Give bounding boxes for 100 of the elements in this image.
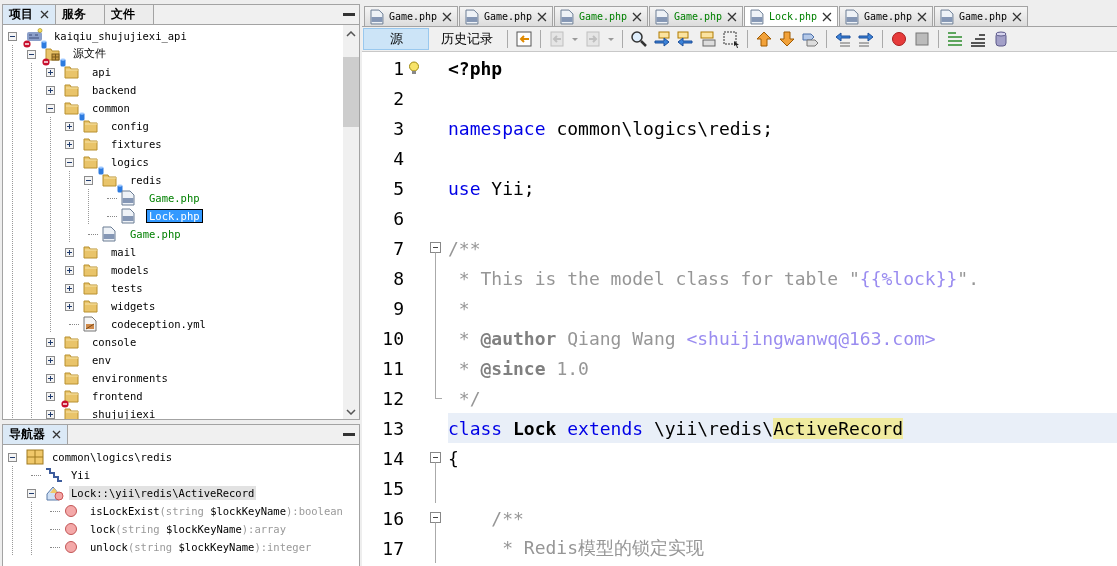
navigator-item[interactable]: common\logics\redis [50, 450, 175, 464]
tree-item[interactable]: environments [90, 372, 170, 384]
expand-toggle[interactable] [65, 301, 74, 311]
navigator-item[interactable]: lock(string $lockKeyName):array [88, 522, 288, 536]
expand-toggle[interactable] [65, 139, 74, 149]
code-line: <?php [448, 57, 503, 79]
expand-toggle[interactable] [65, 121, 74, 131]
close-icon[interactable] [52, 430, 61, 439]
editor-tab[interactable]: Game.php [554, 6, 648, 26]
editor-tab[interactable]: Lock.php [744, 6, 838, 26]
tree-item[interactable]: 源文件 [71, 47, 108, 61]
editor-tab[interactable]: Game.php [364, 6, 458, 26]
folder-icon [83, 262, 99, 278]
expand-toggle[interactable] [46, 67, 55, 77]
expand-toggle[interactable] [46, 391, 55, 401]
down-icon[interactable] [778, 30, 796, 48]
close-icon[interactable] [442, 11, 452, 22]
close-icon[interactable] [917, 11, 927, 22]
tree-item[interactable]: mail [109, 246, 139, 258]
close-icon[interactable] [1012, 11, 1022, 22]
close-icon[interactable] [40, 10, 49, 19]
close-icon[interactable] [727, 11, 737, 22]
select-icon[interactable] [722, 30, 740, 48]
find-icon[interactable] [630, 30, 648, 48]
code-line: /** [448, 237, 481, 259]
scroll-up-icon[interactable] [346, 31, 356, 37]
collapse-toggle[interactable] [65, 157, 74, 167]
expand-toggle[interactable] [46, 85, 55, 95]
close-icon[interactable] [632, 11, 642, 22]
expand-toggle[interactable] [46, 409, 55, 419]
tree-item[interactable]: backend [90, 84, 139, 96]
scroll-thumb[interactable] [343, 57, 359, 127]
line-number: 14 [381, 447, 404, 469]
lightbulb-icon[interactable] [408, 61, 420, 75]
tree-item[interactable]: fixtures [109, 138, 164, 150]
navigator-item[interactable]: isLockExist(string $lockKeyName):boolean [88, 504, 345, 518]
view-toggle[interactable]: 源 [363, 28, 429, 50]
navigator-item[interactable]: Lock::\yii\redis\ActiveRecord [69, 486, 257, 500]
folder-icon [64, 370, 80, 386]
folder-icon [64, 406, 80, 419]
scrollbar[interactable] [343, 25, 359, 419]
editor-tab[interactable]: Game.php [934, 6, 1028, 26]
shift-right-icon[interactable] [857, 30, 875, 48]
close-icon[interactable] [822, 11, 832, 22]
collapse-toggle[interactable] [27, 488, 36, 498]
line-number: 12 [381, 387, 404, 409]
editor-tab[interactable]: Game.php [839, 6, 933, 26]
expand-toggle[interactable] [46, 337, 55, 347]
folder-icon [64, 82, 80, 98]
expand-toggle[interactable] [46, 373, 55, 383]
next-icon[interactable] [676, 30, 694, 48]
scroll-down-icon[interactable] [346, 409, 356, 415]
tree-item[interactable]: console [90, 336, 139, 348]
view-toggle[interactable]: 历史记录 [434, 28, 500, 50]
shift-left-icon[interactable] [834, 30, 852, 48]
close-icon[interactable] [537, 11, 547, 22]
navigator-item[interactable]: unlock(string $lockKeyName):integer [88, 540, 314, 554]
panel-tab[interactable]: 项目 [3, 5, 56, 24]
minimize-icon[interactable] [343, 12, 355, 17]
tree-item[interactable]: Game.php [147, 192, 202, 204]
fold-toggle[interactable] [430, 242, 441, 263]
tree-item[interactable]: Game.php [128, 228, 183, 240]
collapse-toggle[interactable] [84, 175, 93, 185]
tree-item[interactable]: widgets [109, 300, 158, 312]
collapse-toggle[interactable] [27, 49, 36, 59]
expand-toggle[interactable] [65, 265, 74, 275]
panel-tab[interactable]: 服务 [56, 5, 105, 24]
import-icon [45, 467, 63, 483]
last-edit-icon[interactable] [515, 30, 533, 48]
minimize-icon[interactable] [343, 432, 355, 437]
tree-item[interactable]: logics [109, 156, 151, 168]
panel-tab[interactable]: 文件 [105, 5, 154, 24]
navigator-item[interactable]: Yii [69, 468, 92, 482]
database-icon[interactable] [992, 30, 1010, 48]
tree-item[interactable]: redis [128, 174, 164, 186]
editor-tab[interactable]: Game.php [649, 6, 743, 26]
up-icon[interactable] [755, 30, 773, 48]
fold-toggle[interactable] [430, 452, 441, 473]
tree-item[interactable]: codeception.yml [109, 318, 208, 330]
expand-toggle[interactable] [65, 247, 74, 257]
collapse-toggle[interactable] [46, 103, 55, 113]
comment-icon[interactable] [946, 30, 964, 48]
tree-item[interactable]: frontend [90, 390, 145, 402]
tree-item[interactable]: config [109, 120, 151, 132]
expand-toggle[interactable] [46, 355, 55, 365]
tree-item[interactable]: tests [109, 282, 145, 294]
tree-item[interactable]: env [90, 354, 113, 366]
collapse-toggle[interactable] [8, 31, 17, 41]
tree-item[interactable]: api [90, 66, 113, 78]
tree-item[interactable]: models [109, 264, 151, 276]
editor-tab[interactable]: Game.php [459, 6, 553, 26]
bookmark-icon[interactable] [801, 30, 819, 48]
tree-item[interactable]: kaiqiu_shujujiexi_api [52, 30, 189, 42]
expand-toggle[interactable] [65, 283, 74, 293]
record-icon[interactable] [890, 30, 908, 48]
prev-icon[interactable] [653, 30, 671, 48]
panel-tab[interactable]: 导航器 [3, 425, 68, 444]
fold-toggle[interactable] [430, 512, 441, 533]
collapse-toggle[interactable] [8, 452, 17, 462]
tree-item[interactable]: common [90, 102, 132, 114]
